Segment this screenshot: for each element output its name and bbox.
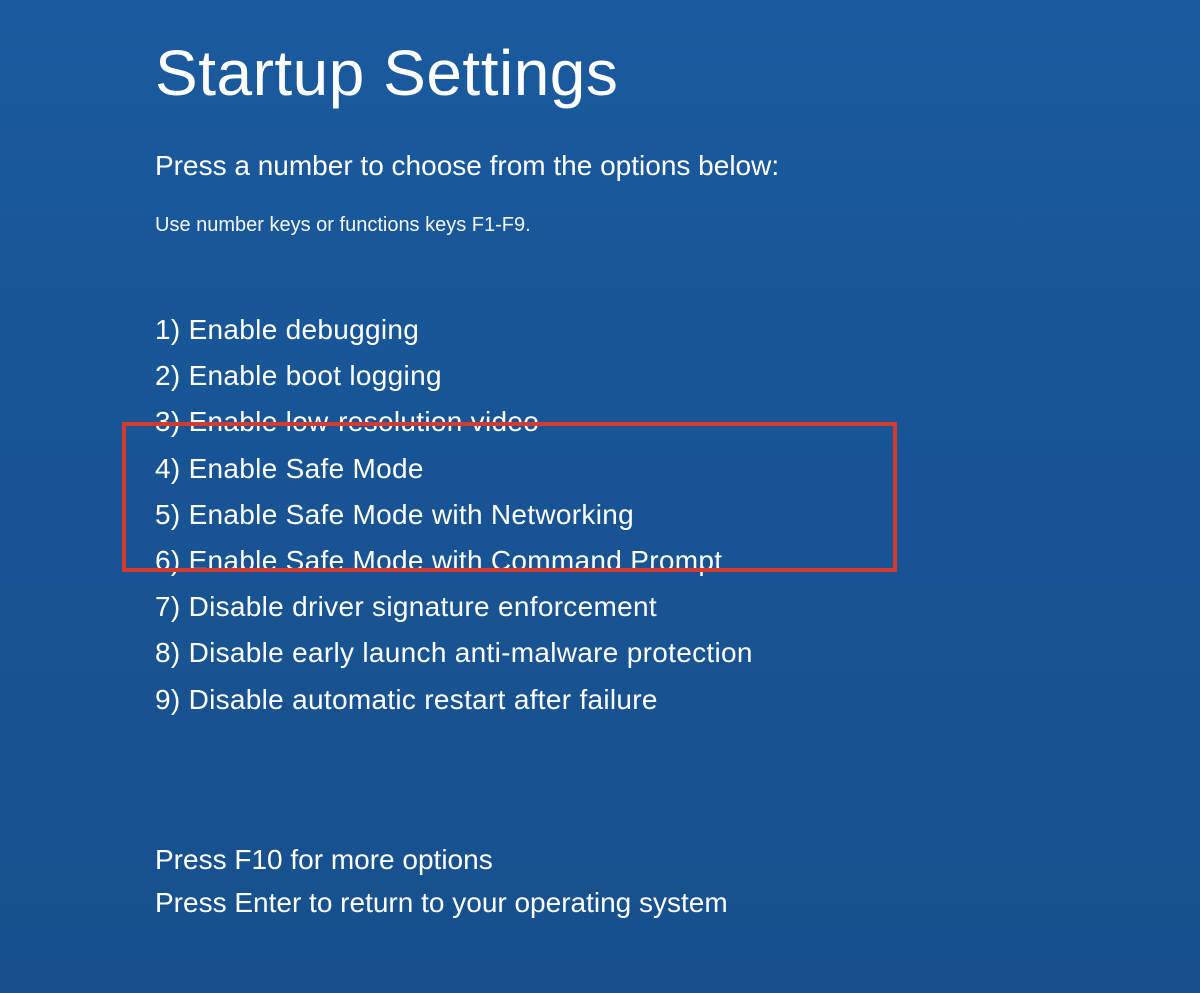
startup-settings-screen: Startup Settings Press a number to choos… [0,0,1200,924]
option-disable-driver-signature[interactable]: 7) Disable driver signature enforcement [155,584,1200,630]
return-text: Press Enter to return to your operating … [155,881,1200,924]
option-enable-safe-mode-command-prompt[interactable]: 6) Enable Safe Mode with Command Prompt [155,538,1200,584]
option-enable-boot-logging[interactable]: 2) Enable boot logging [155,353,1200,399]
more-options-text: Press F10 for more options [155,838,1200,881]
option-enable-debugging[interactable]: 1) Enable debugging [155,307,1200,353]
option-enable-safe-mode-networking[interactable]: 5) Enable Safe Mode with Networking [155,492,1200,538]
option-enable-low-resolution-video[interactable]: 3) Enable low-resolution video [155,399,1200,445]
subtitle-text: Press a number to choose from the option… [155,150,1200,182]
startup-options-list: 1) Enable debugging 2) Enable boot loggi… [155,307,1200,723]
option-enable-safe-mode[interactable]: 4) Enable Safe Mode [155,446,1200,492]
option-disable-automatic-restart[interactable]: 9) Disable automatic restart after failu… [155,677,1200,723]
instruction-text: Use number keys or functions keys F1-F9. [155,214,1200,237]
option-disable-anti-malware[interactable]: 8) Disable early launch anti-malware pro… [155,630,1200,676]
page-title: Startup Settings [155,36,1200,110]
